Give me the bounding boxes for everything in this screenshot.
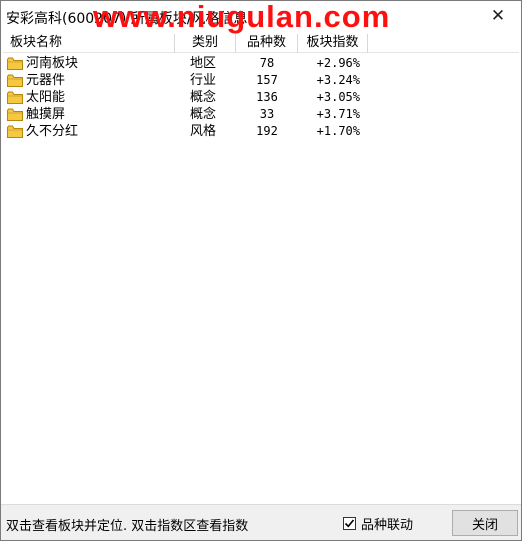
sector-name: 河南板块 <box>26 56 79 71</box>
table-row[interactable]: 元器件 行业 157 +3.24% <box>3 72 519 89</box>
sector-list[interactable]: 河南板块 地区 78 +2.96% 元器件 行业 157 +3.24% 太阳能 … <box>3 55 519 503</box>
sector-type: 概念 <box>190 90 217 105</box>
column-header-index[interactable]: 板块指数 <box>298 34 368 53</box>
hint-text: 双击查看板块并定位. 双击指数区查看指数 <box>6 519 249 534</box>
table-row[interactable]: 久不分红 风格 192 +1.70% <box>3 123 519 140</box>
sector-index[interactable]: +2.96% <box>298 55 368 72</box>
sector-type: 地区 <box>190 56 217 71</box>
folder-icon <box>7 57 23 70</box>
folder-icon <box>7 91 23 104</box>
folder-icon <box>7 108 23 121</box>
window-close-button[interactable]: ✕ <box>475 1 521 31</box>
sector-name-cell: 太阳能 <box>3 89 175 106</box>
close-icon: ✕ <box>490 6 506 26</box>
list-header: 板块名称 类别 品种数 板块指数 <box>3 34 519 53</box>
sector-count: 136 <box>256 90 278 104</box>
sector-name-cell: 久不分红 <box>3 123 175 140</box>
sector-name-cell: 河南板块 <box>3 55 175 72</box>
sector-name-cell: 元器件 <box>3 72 175 89</box>
sector-name: 触摸屏 <box>26 107 66 122</box>
watermark-text: www.niugulan.com <box>93 0 391 34</box>
sector-name: 太阳能 <box>26 90 66 105</box>
bottom-bar: 双击查看板块并定位. 双击指数区查看指数 品种联动 关闭 <box>1 504 521 540</box>
sector-index[interactable]: +1.70% <box>298 123 368 140</box>
sector-count: 192 <box>256 124 278 138</box>
close-button[interactable]: 关闭 <box>452 510 518 536</box>
linkage-checkbox[interactable]: 品种联动 <box>343 514 413 533</box>
sector-type: 概念 <box>190 107 217 122</box>
checkmark-icon <box>344 519 355 528</box>
table-row[interactable]: 触摸屏 概念 33 +3.71% <box>3 106 519 123</box>
sector-name-cell: 触摸屏 <box>3 106 175 123</box>
sector-count: 33 <box>259 107 275 121</box>
sector-count: 157 <box>256 73 278 87</box>
table-row[interactable]: 河南板块 地区 78 +2.96% <box>3 55 519 72</box>
checkbox-label[interactable]: 品种联动 <box>361 514 413 533</box>
folder-icon <box>7 74 23 87</box>
sector-index[interactable]: +3.05% <box>298 89 368 106</box>
folder-icon <box>7 125 23 138</box>
title-bar[interactable]: 安彩高科(600207) 所属板块/风格信息 www.niugulan.com … <box>1 0 521 34</box>
sector-index[interactable]: +3.71% <box>298 106 368 123</box>
sector-name: 元器件 <box>26 73 66 88</box>
sector-count: 78 <box>259 56 275 70</box>
checkbox-box[interactable] <box>343 517 356 530</box>
column-header-name[interactable]: 板块名称 <box>3 34 175 53</box>
sector-index[interactable]: +3.24% <box>298 72 368 89</box>
sector-info-window: 安彩高科(600207) 所属板块/风格信息 www.niugulan.com … <box>0 0 522 541</box>
table-row[interactable]: 太阳能 概念 136 +3.05% <box>3 89 519 106</box>
sector-name: 久不分红 <box>26 124 79 139</box>
sector-type: 行业 <box>190 73 217 88</box>
column-header-type[interactable]: 类别 <box>175 34 236 53</box>
sector-type: 风格 <box>190 124 217 139</box>
column-header-count[interactable]: 品种数 <box>236 34 298 53</box>
